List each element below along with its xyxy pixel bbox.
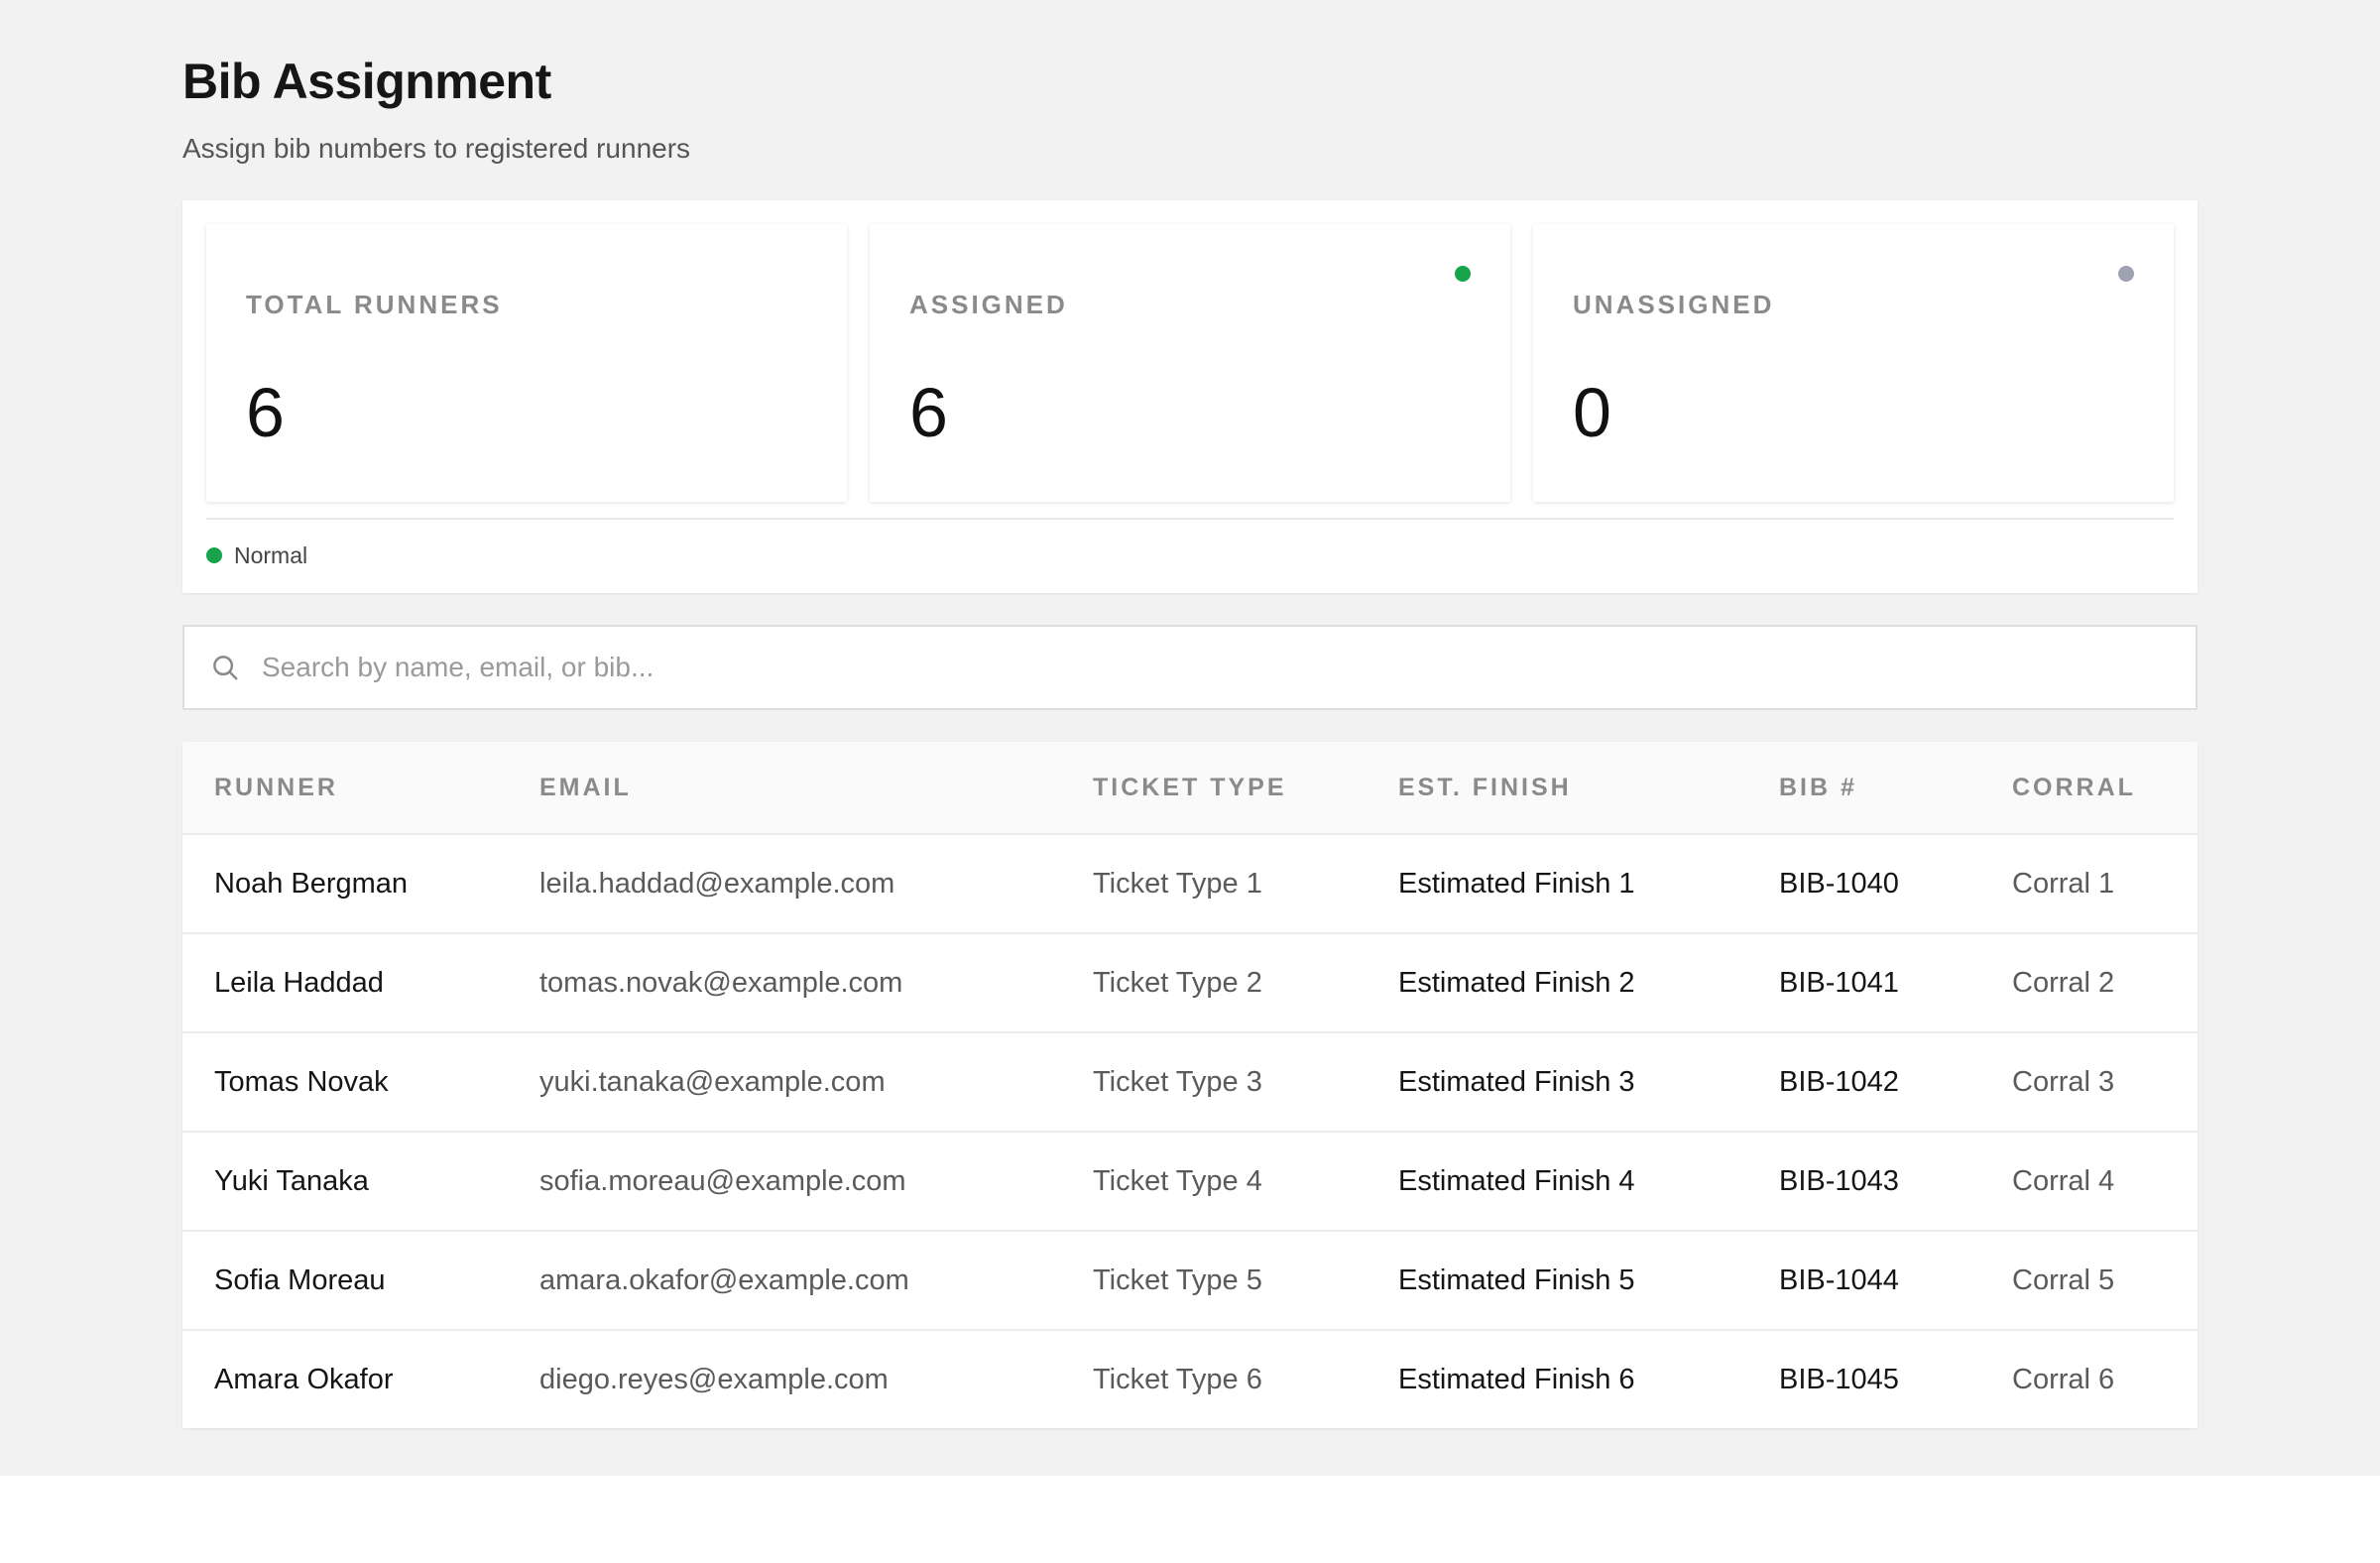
bib-number: BIB-1042 <box>1779 1066 1899 1098</box>
status-dot-icon <box>2118 266 2134 282</box>
estimated-finish: Estimated Finish 2 <box>1398 967 1635 999</box>
stat-card-assigned: ASSIGNED 6 <box>870 224 1510 502</box>
stat-value: 6 <box>909 374 948 451</box>
corral: Corral 5 <box>2012 1264 2115 1296</box>
runner-name: Noah Bergman <box>214 868 409 900</box>
stat-card-total-runners: TOTAL RUNNERS 6 <box>206 224 847 502</box>
search-input[interactable] <box>262 627 2166 708</box>
stat-label: TOTAL RUNNERS <box>246 290 503 319</box>
divider <box>206 518 2174 520</box>
ticket-type: Ticket Type 6 <box>1093 1364 1262 1395</box>
status-label: Normal <box>234 541 308 568</box>
corral: Corral 3 <box>2012 1066 2115 1098</box>
estimated-finish: Estimated Finish 3 <box>1398 1066 1635 1098</box>
page-background: Bib Assignment Assign bib numbers to reg… <box>0 0 2380 1476</box>
stat-label: ASSIGNED <box>909 290 1068 319</box>
stat-value: 0 <box>1573 374 1611 451</box>
table-row[interactable]: Amara Okafor diego.reyes@example.com Tic… <box>182 1329 2198 1428</box>
table-row[interactable]: Noah Bergman leila.haddad@example.com Ti… <box>182 833 2198 932</box>
bib-number: BIB-1041 <box>1779 967 1899 999</box>
runner-name: Leila Haddad <box>214 967 384 999</box>
table-row[interactable]: Yuki Tanaka sofia.moreau@example.com Tic… <box>182 1131 2198 1230</box>
status-dot-icon <box>1455 266 1471 282</box>
search-box[interactable] <box>182 625 2198 710</box>
table-header: RUNNER EMAIL TICKET TYPE EST. FINISH BIB… <box>182 742 2198 833</box>
page-subtitle: Assign bib numbers to registered runners <box>182 133 691 164</box>
runner-name: Tomas Novak <box>214 1066 389 1098</box>
table-row[interactable]: Sofia Moreau amara.okafor@example.com Ti… <box>182 1230 2198 1329</box>
estimated-finish: Estimated Finish 1 <box>1398 868 1635 900</box>
column-header-corral[interactable]: CORRAL <box>2012 742 2136 833</box>
runner-email: diego.reyes@example.com <box>539 1364 889 1395</box>
estimated-finish: Estimated Finish 5 <box>1398 1264 1635 1296</box>
runner-email: sofia.moreau@example.com <box>539 1165 906 1197</box>
ticket-type: Ticket Type 2 <box>1093 967 1262 999</box>
corral: Corral 1 <box>2012 868 2115 900</box>
estimated-finish: Estimated Finish 6 <box>1398 1364 1635 1395</box>
column-header-bib[interactable]: BIB # <box>1779 742 1857 833</box>
bib-number: BIB-1040 <box>1779 868 1899 900</box>
column-header-ticket-type[interactable]: TICKET TYPE <box>1093 742 1287 833</box>
stat-label: UNASSIGNED <box>1573 290 1775 319</box>
table-row[interactable]: Tomas Novak yuki.tanaka@example.com Tick… <box>182 1031 2198 1131</box>
status-indicator: Normal <box>206 538 307 573</box>
corral: Corral 6 <box>2012 1364 2115 1395</box>
runner-name: Amara Okafor <box>214 1364 394 1395</box>
estimated-finish: Estimated Finish 4 <box>1398 1165 1635 1197</box>
corral: Corral 4 <box>2012 1165 2115 1197</box>
ticket-type: Ticket Type 3 <box>1093 1066 1262 1098</box>
ticket-type: Ticket Type 4 <box>1093 1165 1262 1197</box>
column-header-est-finish[interactable]: EST. FINISH <box>1398 742 1572 833</box>
runner-name: Yuki Tanaka <box>214 1165 369 1197</box>
column-header-runner[interactable]: RUNNER <box>214 742 338 833</box>
runner-email: tomas.novak@example.com <box>539 967 903 999</box>
runner-email: yuki.tanaka@example.com <box>539 1066 886 1098</box>
runner-name: Sofia Moreau <box>214 1264 386 1296</box>
bib-number: BIB-1045 <box>1779 1364 1899 1395</box>
bib-number: BIB-1044 <box>1779 1264 1899 1296</box>
stat-card-unassigned: UNASSIGNED 0 <box>1533 224 2174 502</box>
stats-panel: TOTAL RUNNERS 6 ASSIGNED 6 UNASSIGNED 0 … <box>182 200 2198 593</box>
page-title: Bib Assignment <box>182 54 551 109</box>
bib-number: BIB-1043 <box>1779 1165 1899 1197</box>
column-header-email[interactable]: EMAIL <box>539 742 632 833</box>
runner-email: leila.haddad@example.com <box>539 868 895 900</box>
status-dot-icon <box>206 547 222 563</box>
table-row[interactable]: Leila Haddad tomas.novak@example.com Tic… <box>182 932 2198 1031</box>
ticket-type: Ticket Type 1 <box>1093 868 1262 900</box>
runners-table: RUNNER EMAIL TICKET TYPE EST. FINISH BIB… <box>182 742 2198 1428</box>
runner-email: amara.okafor@example.com <box>539 1264 909 1296</box>
stat-value: 6 <box>246 374 285 451</box>
search-icon <box>213 656 238 680</box>
corral: Corral 2 <box>2012 967 2115 999</box>
ticket-type: Ticket Type 5 <box>1093 1264 1262 1296</box>
